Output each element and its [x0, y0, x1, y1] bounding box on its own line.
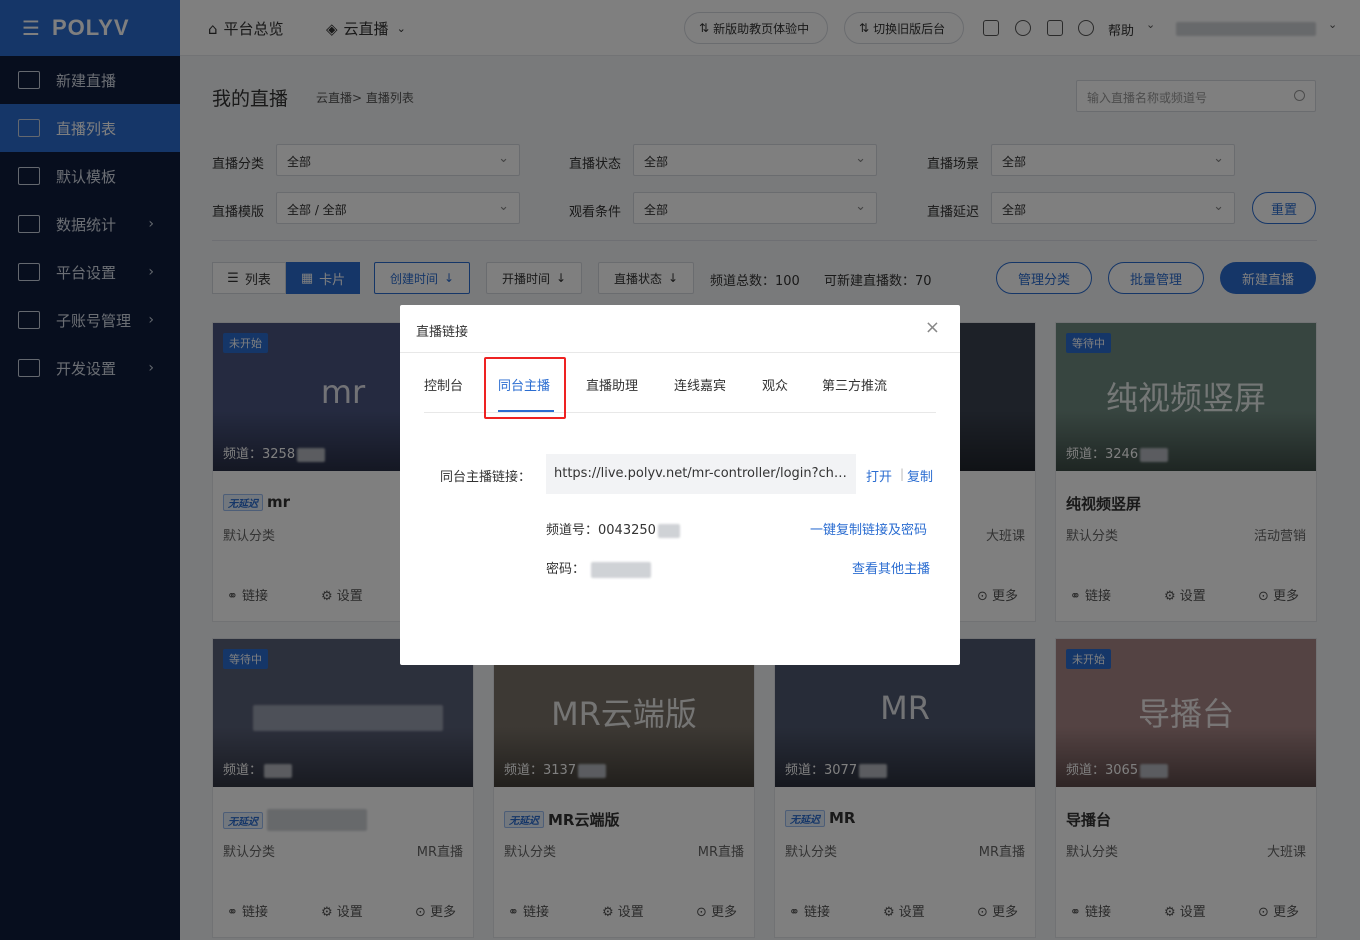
cohost-link-label: 同台主播链接： [440, 470, 532, 485]
copy-all-link[interactable]: 一键复制链接及密码 [810, 519, 927, 538]
dialog-tab-3[interactable]: 连线嘉宾 [674, 375, 726, 394]
dialog-tab-4[interactable]: 观众 [762, 375, 788, 394]
dialog-tab-2[interactable]: 直播助理 [586, 375, 638, 394]
masked-password [591, 561, 652, 578]
channel-number-text: 频道号：0043250 [546, 523, 656, 538]
channel-number: 频道号：0043250 [546, 519, 680, 538]
live-link-dialog: 直播链接 × 控制台 同台主播 直播助理 连线嘉宾 观众 第三方推流 同台主播链接： ht… [400, 305, 960, 665]
copy-link[interactable]: 复制 [907, 466, 933, 485]
dialog-title: 直播链接 [416, 325, 469, 340]
view-other-hosts-link[interactable]: 查看其他主播 [852, 558, 930, 577]
close-icon[interactable]: × [925, 317, 940, 338]
password-label: 密码： [546, 562, 586, 577]
highlight-box [484, 357, 566, 419]
dialog-tab-5[interactable]: 第三方推流 [822, 375, 887, 394]
divider [400, 352, 960, 353]
open-link[interactable]: 打开 [866, 466, 892, 485]
dialog-tab-0[interactable]: 控制台 [424, 375, 463, 394]
masked-digits [657, 523, 680, 538]
password: 密码： [546, 558, 652, 578]
separator: | [900, 467, 905, 481]
cohost-link-field[interactable]: https://live.polyv.net/mr-controller/log… [546, 454, 856, 494]
